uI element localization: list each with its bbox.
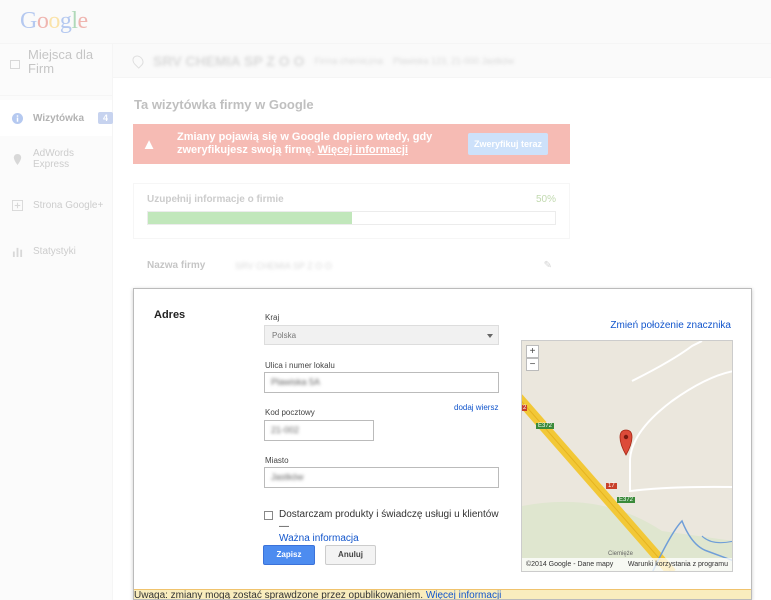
footer-notice: Uwaga: zmiany mogą zostać sprawdzone prz… (134, 589, 751, 599)
sidebar-item-label: Strona Google+ (33, 199, 104, 211)
important-info-link[interactable]: Ważna informacja (279, 533, 359, 544)
location-pin-icon (130, 52, 146, 69)
postal-code-label: Kod pocztowy (265, 408, 315, 417)
map[interactable]: E372 17 E372 2 Ciemięże + − ©2014 Google… (521, 340, 733, 572)
sidebar-item-wizytowka[interactable]: Wizytówka 4 (0, 100, 114, 136)
add-line-link[interactable]: dodaj wiersz (454, 403, 498, 412)
business-address: Plawiska 123, 21-000 Jastków (392, 55, 515, 66)
service-area-checkbox[interactable] (264, 511, 273, 520)
business-name-label: Nazwa firmy (147, 260, 206, 271)
completion-percent: 50% (535, 194, 556, 205)
business-name: SRV CHEMIA SP Z O O (153, 52, 305, 69)
google-logo[interactable]: Google (20, 8, 88, 35)
city-input[interactable]: Jastków (264, 467, 499, 488)
address-dialog: Adres Kraj Polska Ulica i numer lokalu P… (133, 288, 752, 600)
country-select[interactable]: Polska (264, 325, 499, 345)
zoom-out-button[interactable]: − (526, 358, 539, 371)
progress-fill (148, 212, 352, 224)
business-name-row[interactable]: Nazwa firmy SRV CHEMIA SP Z O O ✎ (147, 260, 552, 271)
page-title: Ta wizytówka firmy w Google (134, 97, 314, 112)
chevron-down-icon (487, 334, 493, 338)
info-icon (12, 112, 23, 124)
road-label: 2 (522, 405, 528, 411)
pin-icon (13, 153, 22, 165)
google-plus-icon (12, 199, 23, 211)
road-label: E372 (617, 497, 636, 503)
completion-label: Uzupełnij informacje o firmie (147, 194, 284, 205)
sidebar-item-label: Wizytówka (33, 112, 85, 124)
map-copyright: ©2014 Google - Dane mapy (526, 561, 614, 568)
country-value: Polska (272, 331, 297, 340)
sidebar-item-label: AdWords Express (33, 148, 74, 170)
stats-icon (12, 247, 23, 257)
change-marker-link[interactable]: Zmień położenie znacznika (610, 320, 731, 331)
road-label: 17 (606, 483, 617, 489)
more-info-link[interactable]: Więcej informacji (318, 144, 408, 156)
store-icon (10, 60, 21, 69)
business-bar: SRV CHEMIA SP Z O O Firma chemiczna Plaw… (113, 44, 771, 78)
verify-now-button[interactable]: Zweryfikuj teraz (467, 133, 548, 155)
alert-message: Zmiany pojawią się w Google dopiero wted… (177, 131, 433, 156)
sidebar-item-google-plus[interactable]: Strona Google+ (0, 182, 112, 228)
cancel-button[interactable]: Anuluj (325, 545, 376, 565)
verify-alert: ▲ Zmiany pojawią się w Google dopiero wt… (133, 124, 570, 164)
zoom-in-button[interactable]: + (526, 345, 539, 358)
progress-track (147, 211, 556, 225)
completion-card: Uzupełnij informacje o firmie 50% (133, 183, 570, 239)
street-input[interactable]: Plawiska 5A (264, 372, 499, 393)
city-label: Miasto (265, 456, 289, 465)
sidebar-header[interactable]: Miejsca dla Firm (0, 44, 112, 96)
map-tiles (522, 341, 732, 571)
road-label: E372 (536, 423, 555, 429)
service-area-row: Dostarczam produkty i świadczę usługi u … (264, 509, 504, 545)
save-button[interactable]: Zapisz (263, 545, 315, 565)
map-terms-link[interactable]: Warunki korzystania z programu (628, 561, 728, 568)
warning-icon: ▲ (141, 135, 157, 153)
sidebar-item-adwords[interactable]: AdWords Express (0, 136, 112, 182)
map-footer: ©2014 Google - Dane mapy Warunki korzyst… (522, 558, 732, 571)
sidebar-item-stats[interactable]: Statystyki (0, 228, 112, 274)
place-label: Ciemięże (608, 551, 634, 557)
top-bar (0, 0, 771, 44)
sidebar-item-label: Statystyki (33, 245, 76, 257)
service-area-label: Dostarczam produkty i świadczę usługi u … (279, 509, 499, 532)
sidebar-header-label: Miejsca dla Firm (28, 47, 94, 76)
business-type: Firma chemiczna (314, 55, 383, 66)
postal-code-input[interactable]: 21-002 (264, 420, 374, 441)
edit-pencil-icon[interactable]: ✎ (544, 260, 552, 271)
count-badge: 4 (98, 112, 114, 124)
business-name-value: SRV CHEMIA SP Z O O (235, 260, 332, 271)
dialog-title: Adres (154, 309, 186, 321)
footer-more-info-link[interactable]: Więcej informacji (426, 590, 502, 599)
sidebar: Miejsca dla Firm Wizytówka 4 AdWords Exp… (0, 44, 114, 600)
street-label: Ulica i numer lokalu (265, 361, 335, 370)
country-label: Kraj (265, 313, 280, 322)
